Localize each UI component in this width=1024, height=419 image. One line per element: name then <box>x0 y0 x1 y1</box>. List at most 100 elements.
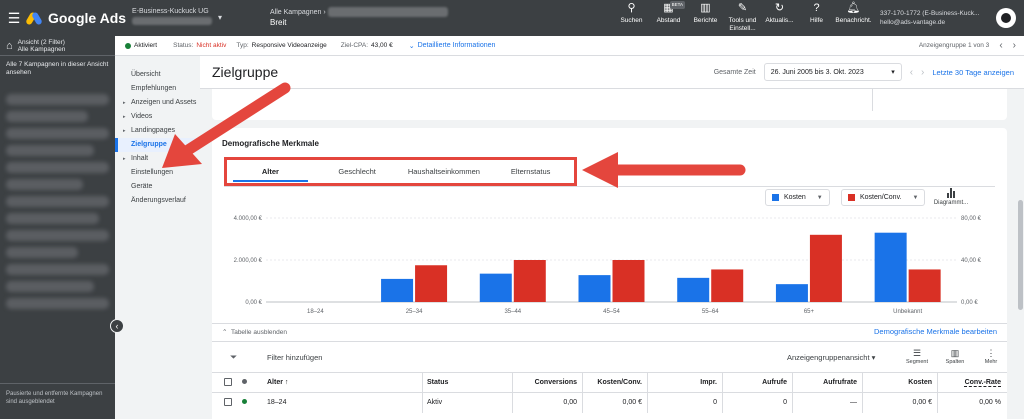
collapse-nav-button[interactable]: ‹ <box>110 319 124 333</box>
tools-button[interactable]: ✎ Tools und Einstell... <box>724 2 761 33</box>
campaign-nav: ⌂ Ansicht (2 Filter) Alle Kampagnen Alle… <box>0 36 115 419</box>
table-row[interactable]: 18–24 Aktiv 0,00 0,00 € 0 0 — 0,00 € 0,0… <box>212 392 1007 413</box>
page-menu-videos[interactable]: ▸ Videos <box>115 110 200 124</box>
list-item[interactable] <box>6 247 79 258</box>
list-item[interactable] <box>6 281 94 292</box>
page-menu-content[interactable]: ▸ Inhalt <box>115 152 200 166</box>
page-menu-landingpages[interactable]: ▸ Landingpages <box>115 124 200 138</box>
col-age[interactable]: Alter ↑ <box>267 379 288 386</box>
avatar[interactable] <box>996 8 1016 28</box>
status-value: Nicht aktiv <box>196 42 227 49</box>
list-item[interactable] <box>6 128 109 139</box>
google-ads-logo[interactable]: Google Ads <box>25 10 132 26</box>
page-menu-devices[interactable]: Geräte <box>115 180 200 194</box>
col-status[interactable]: Status <box>427 379 448 386</box>
col-conversions[interactable]: Conversions <box>535 379 577 386</box>
col-conv-rate[interactable]: Conv.-Rate <box>965 379 1001 386</box>
list-item[interactable] <box>6 179 84 190</box>
list-item[interactable] <box>6 111 89 122</box>
account-selector[interactable]: E-Business-Kuckuck UG ▾ <box>132 7 270 29</box>
page-menu-ads-assets[interactable]: ▸ Anzeigen und Assets <box>115 96 200 110</box>
table-options: ⌃ Tabelle ausblenden Demografische Merkm… <box>212 323 1007 339</box>
chart-type-button[interactable]: Diagrammt... <box>927 188 975 206</box>
list-item[interactable] <box>6 94 109 105</box>
metric-1-select[interactable]: Kosten ▼ <box>765 189 830 206</box>
user-info[interactable]: 337-170-1772 (E-Business-Kuck... hello@a… <box>872 9 992 27</box>
bar-kosten <box>775 284 808 302</box>
tab-gender[interactable]: Geschlecht <box>314 160 401 183</box>
demographics-table: Alter ↑ Status Conversions Kosten/Conv. … <box>212 371 1007 419</box>
status-toggle[interactable]: Aktiviert <box>125 42 157 49</box>
cell-impressions: 0 <box>713 399 717 406</box>
page-menu-recommendations[interactable]: Empfehlungen <box>115 82 200 96</box>
caret-down-icon: ▼ <box>912 194 919 201</box>
list-item[interactable] <box>6 264 109 275</box>
next-icon[interactable]: › <box>1013 40 1016 51</box>
date-range: Gesamte Zeit 26. Juni 2005 bis 3. Okt. 2… <box>714 63 1014 81</box>
row-checkbox[interactable] <box>224 398 232 408</box>
select-all-checkbox[interactable] <box>224 378 232 388</box>
view-select[interactable]: Anzeigengruppenansicht ▾ <box>787 353 875 362</box>
view-selector[interactable]: ⌂ Ansicht (2 Filter) Alle Kampagnen <box>0 36 115 56</box>
expand-icon: ▸ <box>123 156 126 162</box>
scrollbar-thumb[interactable] <box>1018 200 1023 310</box>
col-view-rate[interactable]: Aufrufrate <box>823 379 857 386</box>
account-name: E-Business-Kuckuck UG <box>132 8 209 15</box>
list-item[interactable] <box>6 213 99 224</box>
details-link[interactable]: ⌄ Detaillierte Informationen <box>409 42 496 50</box>
page-menu-overview[interactable]: Übersicht <box>115 68 200 82</box>
notifications-button[interactable]: 🔔︎ Benachricht. <box>835 2 872 33</box>
page-menu-history[interactable]: Änderungsverlauf <box>115 194 200 208</box>
ads-logo-icon <box>25 11 44 26</box>
refresh-button[interactable]: ↻ Aktualis... <box>761 2 798 33</box>
next-range-icon[interactable]: › <box>921 67 924 78</box>
reports-button[interactable]: ▥ Berichte <box>687 2 724 33</box>
list-item[interactable] <box>6 196 109 207</box>
page-menu-audience[interactable]: Zielgruppe <box>115 138 200 152</box>
date-range-picker[interactable]: 26. Juni 2005 bis 3. Okt. 2023 ▾ <box>763 63 902 81</box>
col-cost[interactable]: Kosten <box>908 379 932 386</box>
search-button[interactable]: ⚲ Suchen <box>613 2 650 33</box>
col-cost-per-conv[interactable]: Kosten/Conv. <box>597 379 642 386</box>
list-item[interactable] <box>6 230 109 241</box>
tab-household-income[interactable]: Haushaltseinkommen <box>401 160 488 183</box>
help-button[interactable]: ? Hilfe <box>798 2 835 33</box>
previous-card <box>212 89 1007 120</box>
col-views[interactable]: Aufrufe <box>762 379 787 386</box>
more-button[interactable]: ⋮ Mehr <box>976 348 1006 365</box>
menu-icon[interactable]: ☰ <box>0 10 28 27</box>
list-item[interactable] <box>6 162 109 173</box>
top-bar: ☰ Google Ads E-Business-Kuckuck UG ▾ All… <box>0 0 1024 36</box>
caret-down-icon: ▾ <box>891 69 895 76</box>
series-2-swatch <box>848 194 855 201</box>
segment-button[interactable]: ☰ Segment <box>902 348 932 365</box>
all-campaigns-link[interactable]: Alle 7 Kampagnen in dieser Ansicht anseh… <box>0 56 115 88</box>
date-range-label: Gesamte Zeit <box>713 68 756 76</box>
tab-age[interactable]: Alter <box>227 160 314 183</box>
columns-button[interactable]: ▥ Spalten <box>940 348 970 365</box>
tab-parental-status[interactable]: Elternstatus <box>487 160 574 183</box>
customer-id: 337-170-1772 (E-Business-Kuck... <box>880 10 980 17</box>
add-filter[interactable]: Filter hinzufügen <box>267 353 322 362</box>
last-30-days-link[interactable]: Letzte 30 Tage anzeigen <box>932 68 1014 77</box>
filter-icon[interactable]: ⏷ <box>230 352 237 363</box>
edit-demographics-link[interactable]: Demografische Merkmale bearbeiten <box>874 327 997 336</box>
bar-chart-icon <box>947 188 955 198</box>
page-title: Zielgruppe <box>212 64 279 80</box>
series-1-swatch <box>772 194 779 201</box>
adgroup-name: Breit <box>270 17 287 27</box>
cell-age: 18–24 <box>267 399 287 406</box>
metric-2-select[interactable]: Kosten/Conv. ▼ <box>841 189 926 206</box>
page-menu-settings[interactable]: Einstellungen <box>115 166 200 180</box>
bar-kosten-conv <box>908 269 941 302</box>
spacing-button[interactable]: BETA ▦ Abstand <box>650 0 687 33</box>
hide-table-toggle[interactable]: ⌃ Tabelle ausblenden <box>222 328 287 336</box>
demographics-chart: 0,00 € 0,00 € 2.000,00 € 40,00 € 4.000,00 € 8… <box>234 216 982 315</box>
list-item[interactable] <box>6 298 109 309</box>
view-label: Ansicht (2 Filter) <box>17 38 65 46</box>
prev-range-icon[interactable]: ‹ <box>910 67 913 78</box>
col-impressions[interactable]: Impr. <box>700 379 717 386</box>
list-item[interactable] <box>6 145 94 156</box>
prev-icon[interactable]: ‹ <box>999 40 1002 51</box>
campaign-breadcrumb[interactable]: Alle Kampagnen › Breit <box>270 7 470 29</box>
